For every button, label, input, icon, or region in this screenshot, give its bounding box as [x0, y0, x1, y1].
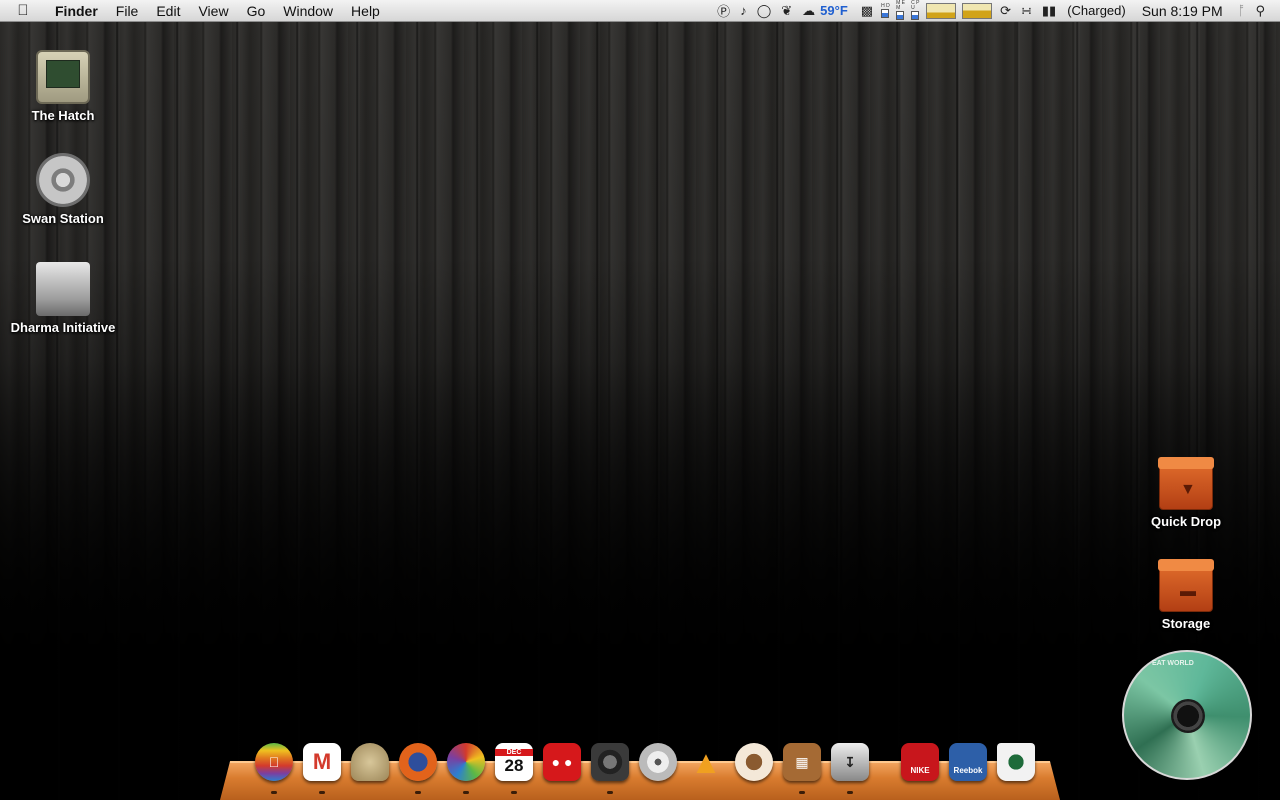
cpu-graph-icon[interactable]: [926, 2, 957, 19]
menu-go[interactable]: Go: [238, 0, 275, 22]
dock-item-finder[interactable]: : [250, 738, 298, 794]
app-z-icon[interactable]: ▩: [856, 3, 878, 19]
dock-item-red-app[interactable]: ● ●: [538, 738, 586, 786]
weather-cloud-icon[interactable]: ☁: [797, 3, 820, 19]
desktop-icon-label: Swan Station: [22, 211, 104, 226]
hard-drive-icon: [36, 262, 90, 316]
cpu-meter-bar: [911, 11, 920, 20]
desktop-wallpaper: [0, 22, 1280, 800]
desktop-icon-quick-drop[interactable]: ▼ Quick Drop: [1126, 457, 1246, 529]
disc-burner-icon: [639, 743, 677, 781]
reebok-box-icon: Reebok: [949, 743, 987, 781]
apple-menu-icon[interactable]: : [0, 2, 46, 19]
cabinet-icon: ▦: [783, 743, 821, 781]
menu-app-name[interactable]: Finder: [46, 0, 107, 22]
calendar-icon: DEC 28: [495, 743, 533, 781]
cpu-meter[interactable]: C P U: [911, 1, 920, 20]
spotlight-search-icon[interactable]: ⚲: [1250, 3, 1270, 19]
dock-item-vlc[interactable]: ▲: [682, 738, 730, 786]
dock-item-trash[interactable]: [992, 738, 1040, 786]
calendar-month: DEC: [495, 748, 533, 756]
weather-temperature[interactable]: 59°F: [820, 3, 856, 18]
desktop-icon-the-hatch[interactable]: The Hatch: [3, 50, 123, 123]
bluetooth-icon[interactable]: ᚩ: [1233, 3, 1251, 18]
cpu-meter-label: C P U: [911, 0, 920, 11]
menu-file[interactable]: File: [107, 0, 148, 22]
memory-meter[interactable]: M E M: [896, 1, 905, 20]
safari-helmet-icon: [351, 743, 389, 781]
dock-item-cabinet[interactable]: ▦: [778, 738, 826, 794]
battery-icon[interactable]: ▮▮: [1037, 3, 1061, 19]
starbucks-trash-icon: [997, 743, 1035, 781]
dock:  M DEC28 ● ● ▲ ▦ ↧ NIKE Reebok: [250, 738, 1040, 794]
menu-clock[interactable]: Sun 8:19 PM: [1132, 3, 1233, 19]
menu-window[interactable]: Window: [274, 0, 342, 22]
desktop-icon-label: Dharma Initiative: [10, 320, 116, 335]
memory-meter-label: M E M: [896, 0, 905, 11]
desktop-icon-label: The Hatch: [31, 108, 95, 123]
desktop-icon-label: Storage: [1161, 616, 1211, 631]
album-cd-icon: [1171, 699, 1205, 733]
butterfly-icon[interactable]: ❦: [776, 3, 797, 19]
album-cd-widget[interactable]: EAT WORLD: [1122, 650, 1252, 780]
camera-icon: [591, 743, 629, 781]
status-area: Ⓟ ♪ ◯ ❦ ☁ 59°F ▩ H D M E M C P U ⟳ ∺ ▮▮ …: [712, 0, 1280, 22]
itunes-headphones-icon: [447, 743, 485, 781]
dock-item-itunes[interactable]: [442, 738, 490, 794]
reebok-label: Reebok: [953, 766, 983, 775]
dock-item-installer[interactable]: ↧: [826, 738, 874, 794]
installer-icon: ↧: [831, 743, 869, 781]
orange-box-storage-icon: ▬: [1158, 559, 1214, 612]
menu-view[interactable]: View: [189, 0, 237, 22]
nike-box-icon: NIKE: [901, 743, 939, 781]
music-note-icon[interactable]: ♪: [735, 3, 752, 18]
menu-help[interactable]: Help: [342, 0, 389, 22]
dock-item-camera[interactable]: [586, 738, 634, 794]
network-graph-icon[interactable]: [962, 2, 993, 19]
calendar-day: 28: [504, 755, 524, 775]
battery-status[interactable]: (Charged): [1061, 3, 1132, 18]
desktop-icon-dharma-initiative[interactable]: Dharma Initiative: [3, 262, 123, 335]
wifi-icon[interactable]: ∺: [1016, 3, 1037, 19]
dock-item-firefox[interactable]: [394, 738, 442, 794]
finder-apple-icon: : [255, 743, 293, 781]
computer-terminal-icon: [36, 50, 90, 104]
dock-item-nike[interactable]: NIKE: [896, 738, 944, 786]
cd-album-text: EAT WORLD: [1152, 660, 1194, 667]
dock-item-calendar[interactable]: DEC 28: [490, 738, 538, 794]
coffee-cup-icon: [735, 743, 773, 781]
quicksilver-icon[interactable]: Ⓟ: [712, 1, 735, 20]
time-machine-icon[interactable]: ⟳: [995, 3, 1016, 19]
orange-box-drop-icon: ▼: [1158, 457, 1214, 510]
vlc-cone-icon: ▲: [690, 743, 722, 780]
menu-edit[interactable]: Edit: [147, 0, 189, 22]
dock-item-disc[interactable]: [634, 738, 682, 786]
desktop-icon-swan-station[interactable]: Swan Station: [3, 153, 123, 226]
memory-meter-bar: [896, 11, 905, 20]
firefox-icon: [399, 743, 437, 781]
desktop-icon-label: Quick Drop: [1150, 514, 1222, 529]
dock-item-reebok[interactable]: Reebok: [944, 738, 992, 786]
disk-meter-bar: [881, 8, 890, 18]
alarm-icon[interactable]: ◯: [752, 3, 777, 19]
dock-item-safari[interactable]: [346, 738, 394, 786]
dock-separator: [874, 738, 896, 786]
desktop-icon-storage[interactable]: ▬ Storage: [1126, 559, 1246, 631]
nike-label: NIKE: [910, 766, 930, 775]
menu-bar:  Finder File Edit View Go Window Help Ⓟ…: [0, 0, 1280, 22]
gmail-icon: M: [303, 743, 341, 781]
disk-meter[interactable]: H D: [881, 3, 890, 18]
dock-item-gmail[interactable]: M: [298, 738, 346, 794]
dock-item-coffee[interactable]: [730, 738, 778, 786]
dharma-swan-logo-icon: [36, 153, 90, 207]
red-app-icon: ● ●: [543, 743, 581, 781]
